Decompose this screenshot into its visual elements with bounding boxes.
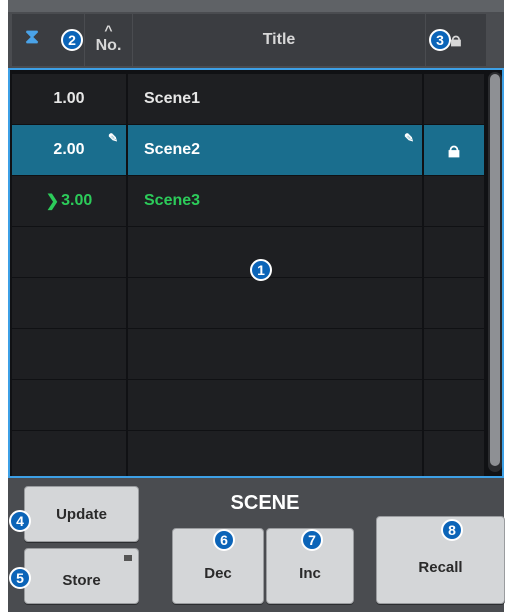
scene-title-cell[interactable] xyxy=(128,329,422,379)
scene-title-cell[interactable] xyxy=(128,380,422,430)
lock-icon: 🔒︎ xyxy=(450,28,462,51)
scene-number-cell[interactable] xyxy=(12,380,126,430)
scene-title-cell[interactable] xyxy=(128,227,422,277)
scene-row[interactable] xyxy=(12,278,484,328)
callout-7: 7 xyxy=(301,529,323,551)
callout-3: 3 xyxy=(429,29,451,51)
scene-row[interactable] xyxy=(12,329,484,379)
scene-number-cell[interactable]: 1.00 xyxy=(12,74,126,124)
scene-title-cell[interactable] xyxy=(128,431,422,476)
dec-label: Dec xyxy=(204,564,232,582)
edit-pencil-icon: ✎ xyxy=(403,131,414,145)
store-button[interactable]: Store xyxy=(24,548,139,604)
store-indicator-icon xyxy=(124,555,132,561)
scene-number-cell[interactable] xyxy=(12,329,126,379)
scene-title: Scene3 xyxy=(144,192,201,209)
scene-row[interactable]: ❯ 3.00 Scene3 xyxy=(12,176,484,226)
scene-title-cell[interactable] xyxy=(128,278,422,328)
top-strip xyxy=(8,0,504,12)
scene-title: Scene2 xyxy=(144,141,201,158)
scene-row[interactable] xyxy=(12,431,484,476)
header-title[interactable]: Title xyxy=(133,14,425,66)
callout-2: 2 xyxy=(61,29,83,51)
header-no[interactable]: ^ No. xyxy=(85,14,132,66)
scene-title-cell[interactable]: Scene3 xyxy=(128,176,422,226)
scene-lock-cell[interactable] xyxy=(424,74,484,124)
scene-number-cell[interactable]: ❯ 3.00 xyxy=(12,176,126,226)
scene-title-cell[interactable]: Scene2 ✎ xyxy=(128,125,422,175)
scene-number: 2.00 xyxy=(53,141,85,158)
scene-lock-cell[interactable]: 🔒︎ xyxy=(424,125,484,175)
scene-title: Scene1 xyxy=(144,90,201,107)
scene-lock-cell[interactable] xyxy=(424,278,484,328)
scene-label: SCENE xyxy=(230,492,300,514)
header-no-label: No. xyxy=(95,37,122,54)
scrollbar-thumb[interactable] xyxy=(490,74,500,466)
hourglass-icon: ⧗ xyxy=(25,26,40,48)
scene-panel: ⧗ ^ No. Title 🔒︎ 1.00 Scene1 2.00 ✎ Scene2 ✎ 🔒… xyxy=(0,0,512,614)
scene-row[interactable] xyxy=(12,380,484,430)
callout-5: 5 xyxy=(9,567,31,589)
update-button[interactable]: Update xyxy=(24,486,139,542)
callout-6: 6 xyxy=(213,529,235,551)
callout-1: 1 xyxy=(250,259,272,281)
inc-label: Inc xyxy=(299,564,321,582)
callout-4: 4 xyxy=(9,510,31,532)
scene-title-cell[interactable]: Scene1 xyxy=(128,74,422,124)
scene-number: 1.00 xyxy=(53,90,85,107)
lock-icon: 🔒︎ xyxy=(448,137,460,162)
scene-lock-cell[interactable] xyxy=(424,380,484,430)
scene-lock-cell[interactable] xyxy=(424,227,484,277)
edit-pencil-icon: ✎ xyxy=(107,131,118,145)
recall-label: Recall xyxy=(418,558,463,576)
scene-row[interactable]: 2.00 ✎ Scene2 ✎ 🔒︎ xyxy=(12,125,484,175)
scene-number-cell[interactable]: 2.00 ✎ xyxy=(12,125,126,175)
scene-lock-cell[interactable] xyxy=(424,176,484,226)
store-label: Store xyxy=(62,571,101,589)
header-title-label: Title xyxy=(262,31,296,48)
scene-number-cell[interactable] xyxy=(12,278,126,328)
update-label: Update xyxy=(56,505,107,523)
scene-number: 3.00 xyxy=(61,192,93,209)
scene-row[interactable]: 1.00 Scene1 xyxy=(12,74,484,124)
scene-lock-cell[interactable] xyxy=(424,431,484,476)
callout-8: 8 xyxy=(441,519,463,541)
sort-caret-icon: ^ xyxy=(104,22,113,38)
header-filler xyxy=(487,14,502,66)
scene-row[interactable] xyxy=(12,227,484,277)
scrollbar[interactable] xyxy=(488,72,502,472)
current-scene-arrow-icon: ❯ xyxy=(45,193,60,210)
scene-lock-cell[interactable] xyxy=(424,329,484,379)
scene-number-cell[interactable] xyxy=(12,431,126,476)
scene-number-cell[interactable] xyxy=(12,227,126,277)
